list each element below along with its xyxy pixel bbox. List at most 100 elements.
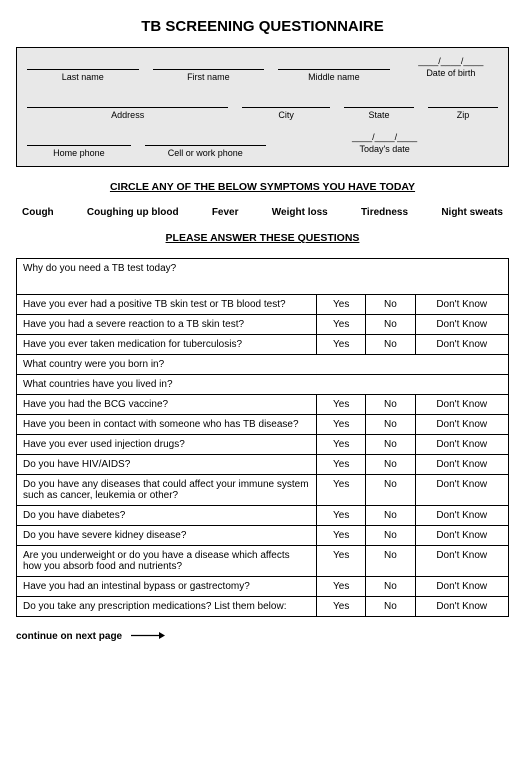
- home-phone-field[interactable]: Home phone: [27, 132, 131, 158]
- question-cell: Do you have diabetes?: [17, 506, 317, 526]
- home-phone-label: Home phone: [53, 148, 105, 158]
- symptom-coughing-blood[interactable]: Coughing up blood: [87, 207, 179, 218]
- dob-field[interactable]: ____/____/____ Date of birth: [404, 56, 498, 82]
- question-cell[interactable]: What country were you born in?: [17, 355, 509, 375]
- answer-dont-know[interactable]: Don't Know: [415, 597, 509, 617]
- answer-dont-know[interactable]: Don't Know: [415, 455, 509, 475]
- answer-no[interactable]: No: [366, 546, 415, 577]
- answer-yes[interactable]: Yes: [317, 506, 366, 526]
- answer-no[interactable]: No: [366, 526, 415, 546]
- answer-yes[interactable]: Yes: [317, 475, 366, 506]
- answer-dont-know[interactable]: Don't Know: [415, 435, 509, 455]
- answer-no[interactable]: No: [366, 506, 415, 526]
- question-cell: Have you ever taken medication for tuber…: [17, 335, 317, 355]
- table-row: Have you had an intestinal bypass or gas…: [17, 577, 509, 597]
- question-cell: Have you ever used injection drugs?: [17, 435, 317, 455]
- middle-name-label: Middle name: [308, 72, 360, 82]
- answer-no[interactable]: No: [366, 335, 415, 355]
- symptom-weight-loss[interactable]: Weight loss: [272, 207, 328, 218]
- table-row: Do you have severe kidney disease?YesNoD…: [17, 526, 509, 546]
- answer-dont-know[interactable]: Don't Know: [415, 526, 509, 546]
- answer-dont-know[interactable]: Don't Know: [415, 415, 509, 435]
- cell-phone-field[interactable]: Cell or work phone: [145, 132, 266, 158]
- table-row: Have you ever had a positive TB skin tes…: [17, 295, 509, 315]
- address-label: Address: [111, 110, 144, 120]
- dob-label: Date of birth: [426, 68, 475, 78]
- last-name-label: Last name: [62, 72, 104, 82]
- answer-dont-know[interactable]: Don't Know: [415, 335, 509, 355]
- answer-yes[interactable]: Yes: [317, 435, 366, 455]
- today-value: ____/____/____: [352, 132, 417, 142]
- question-cell: Do you have severe kidney disease?: [17, 526, 317, 546]
- answer-no[interactable]: No: [366, 455, 415, 475]
- answer-yes[interactable]: Yes: [317, 295, 366, 315]
- zip-label: Zip: [457, 110, 470, 120]
- symptoms-row: Cough Coughing up blood Fever Weight los…: [16, 207, 509, 218]
- questions-heading: PLEASE ANSWER THESE QUESTIONS: [16, 232, 509, 244]
- answer-dont-know[interactable]: Don't Know: [415, 577, 509, 597]
- answer-no[interactable]: No: [366, 435, 415, 455]
- answer-no[interactable]: No: [366, 415, 415, 435]
- first-name-label: First name: [187, 72, 230, 82]
- arrow-right-icon: [131, 631, 165, 642]
- answer-no[interactable]: No: [366, 475, 415, 506]
- patient-info-box: Last name First name Middle name ____/__…: [16, 47, 509, 167]
- answer-dont-know[interactable]: Don't Know: [415, 395, 509, 415]
- answer-no[interactable]: No: [366, 295, 415, 315]
- symptoms-heading: CIRCLE ANY OF THE BELOW SYMPTOMS YOU HAV…: [16, 181, 509, 193]
- table-row: Have you been in contact with someone wh…: [17, 415, 509, 435]
- answer-yes[interactable]: Yes: [317, 415, 366, 435]
- first-name-field[interactable]: First name: [153, 56, 265, 82]
- answer-no[interactable]: No: [366, 577, 415, 597]
- answer-yes[interactable]: Yes: [317, 395, 366, 415]
- symptom-night-sweats[interactable]: Night sweats: [441, 207, 503, 218]
- question-cell[interactable]: Why do you need a TB test today?: [17, 259, 509, 295]
- table-row: What countries have you lived in?: [17, 375, 509, 395]
- question-cell: Have you ever had a positive TB skin tes…: [17, 295, 317, 315]
- answer-yes[interactable]: Yes: [317, 455, 366, 475]
- cell-phone-label: Cell or work phone: [168, 148, 243, 158]
- today-label: Today's date: [359, 144, 409, 154]
- symptom-fever[interactable]: Fever: [212, 207, 239, 218]
- zip-field[interactable]: Zip: [428, 94, 498, 120]
- answer-no[interactable]: No: [366, 597, 415, 617]
- city-field[interactable]: City: [242, 94, 330, 120]
- page-title: TB SCREENING QUESTIONNAIRE: [16, 18, 509, 35]
- table-row: Have you had a severe reaction to a TB s…: [17, 315, 509, 335]
- city-label: City: [278, 110, 294, 120]
- answer-dont-know[interactable]: Don't Know: [415, 315, 509, 335]
- last-name-field[interactable]: Last name: [27, 56, 139, 82]
- today-date-field[interactable]: ____/____/____ Today's date: [337, 132, 432, 158]
- answer-yes[interactable]: Yes: [317, 335, 366, 355]
- table-row: Do you take any prescription medications…: [17, 597, 509, 617]
- question-cell[interactable]: What countries have you lived in?: [17, 375, 509, 395]
- table-row: Do you have diabetes?YesNoDon't Know: [17, 506, 509, 526]
- table-row: Have you ever used injection drugs?YesNo…: [17, 435, 509, 455]
- middle-name-field[interactable]: Middle name: [278, 56, 390, 82]
- question-cell: Are you underweight or do you have a dis…: [17, 546, 317, 577]
- table-row: Are you underweight or do you have a dis…: [17, 546, 509, 577]
- answer-dont-know[interactable]: Don't Know: [415, 475, 509, 506]
- question-cell: Do you take any prescription medications…: [17, 597, 317, 617]
- answer-dont-know[interactable]: Don't Know: [415, 546, 509, 577]
- question-cell: Have you had an intestinal bypass or gas…: [17, 577, 317, 597]
- answer-yes[interactable]: Yes: [317, 546, 366, 577]
- symptom-cough[interactable]: Cough: [22, 207, 54, 218]
- address-field[interactable]: Address: [27, 94, 228, 120]
- answer-dont-know[interactable]: Don't Know: [415, 506, 509, 526]
- answer-yes[interactable]: Yes: [317, 577, 366, 597]
- table-row: Do you have HIV/AIDS?YesNoDon't Know: [17, 455, 509, 475]
- question-cell: Do you have HIV/AIDS?: [17, 455, 317, 475]
- symptom-tiredness[interactable]: Tiredness: [361, 207, 408, 218]
- question-cell: Have you had a severe reaction to a TB s…: [17, 315, 317, 335]
- answer-yes[interactable]: Yes: [317, 526, 366, 546]
- question-cell: Have you been in contact with someone wh…: [17, 415, 317, 435]
- table-row: Have you had the BCG vaccine?YesNoDon't …: [17, 395, 509, 415]
- answer-dont-know[interactable]: Don't Know: [415, 295, 509, 315]
- answer-yes[interactable]: Yes: [317, 315, 366, 335]
- answer-no[interactable]: No: [366, 315, 415, 335]
- answer-no[interactable]: No: [366, 395, 415, 415]
- table-row: What country were you born in?: [17, 355, 509, 375]
- state-field[interactable]: State: [344, 94, 414, 120]
- answer-yes[interactable]: Yes: [317, 597, 366, 617]
